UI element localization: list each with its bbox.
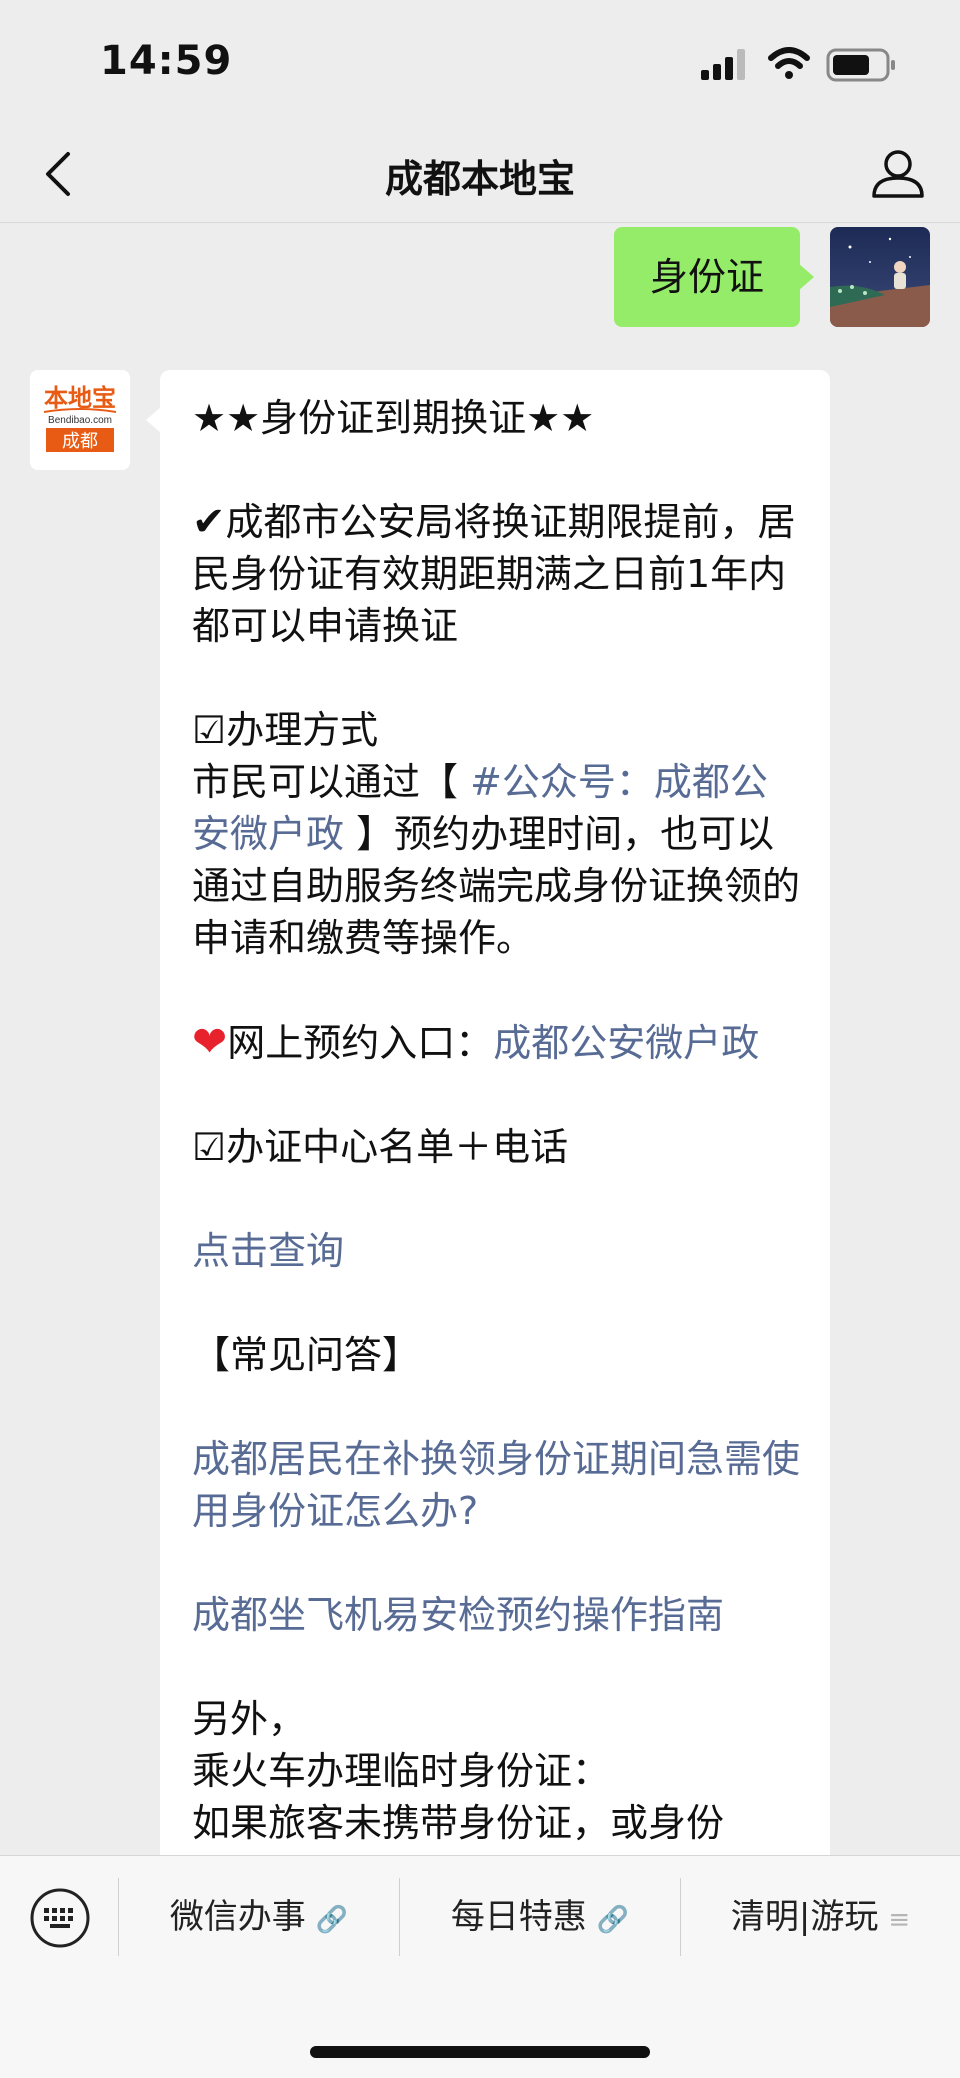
night-sky-avatar-image <box>830 227 930 327</box>
extra-line-2: 乘火车办理临时身份证： <box>192 1749 611 1793</box>
menu-lines-icon: ≡ <box>888 1905 911 1935</box>
link-icon: 🔗 <box>596 1905 630 1935</box>
page-title: 成都本地宝 <box>384 157 575 201</box>
check-mark-icon: ✔ <box>192 499 226 545</box>
query-link[interactable]: 点击查询 <box>192 1225 804 1277</box>
booking-link[interactable]: 成都公安微户政 <box>493 1021 759 1065</box>
bottom-menu: 微信办事 🔗 每日特惠 🔗 清明|游玩 ≡ <box>0 1855 960 2078</box>
menu-item-qingming-travel[interactable]: 清明|游玩 ≡ <box>681 1876 960 1958</box>
section1-body: 市民可以通过【 #公众号：成都公安微户政 】预约办理时间，也可以通过自助服务终端… <box>192 756 804 964</box>
menu-item-label: 每日特惠 <box>450 1897 587 1937</box>
keyboard-icon <box>30 1888 90 1948</box>
battery-icon <box>826 48 895 82</box>
intro-paragraph: ✔成都市公安局将换证期限提前，居民身份证有效期距期满之日前1年内都可以申请换证 <box>192 496 804 652</box>
person-icon <box>872 150 924 198</box>
bot-reply-bubble: ★★身份证到期换证★★ ✔成都市公安局将换证期限提前，居民身份证有效期距期满之日… <box>146 370 830 1855</box>
booking-line: ❤网上预约入口：成都公安微户政 <box>192 1016 804 1069</box>
logo-text-2: Bendibao.com <box>48 415 112 426</box>
faq-link-2[interactable]: 成都坐飞机易安检预约操作指南 <box>192 1589 804 1641</box>
signal-icon <box>701 49 745 80</box>
status-bar: 14:59 <box>0 0 960 126</box>
section1-title: ☑办理方式 <box>192 708 379 752</box>
nav-bar: 成都本地宝 <box>0 126 960 223</box>
section2-title: ☑办证中心名单＋电话 <box>192 1125 569 1169</box>
chat-area[interactable]: 身份证 本地宝 Bendibao.com 成都 ★★身份证到期换证★★ ✔成都市… <box>0 223 960 1855</box>
section1-prefix: 市民可以通过【 <box>192 760 459 804</box>
menu-item-wechat-services[interactable]: 微信办事 🔗 <box>119 1876 399 1958</box>
faq-link-1[interactable]: 成都居民在补换领身份证期间急需使用身份证怎么办? <box>192 1433 804 1537</box>
signal-wifi-battery-icons <box>701 47 895 82</box>
wifi-icon <box>768 47 810 79</box>
faq-title: 【常见问答】 <box>192 1333 421 1377</box>
reply-heading: ★★身份证到期换证★★ <box>192 396 595 440</box>
logo-text-3: 成都 <box>62 431 98 451</box>
keyboard-toggle-button[interactable] <box>28 1886 92 1950</box>
bendibao-logo: 本地宝 Bendibao.com 成都 <box>30 370 130 470</box>
extra-line-1: 另外， <box>192 1697 307 1741</box>
booking-label: 网上预约入口： <box>227 1021 494 1065</box>
logo-text-1: 本地宝 <box>44 384 116 412</box>
intro-text: 成都市公安局将换证期限提前，居民身份证有效期距期满之日前1年内都可以申请换证 <box>192 500 796 648</box>
user-avatar[interactable] <box>830 227 930 327</box>
link-icon: 🔗 <box>315 1905 349 1935</box>
user-message-bubble[interactable]: 身份证 <box>614 227 814 327</box>
home-indicator[interactable] <box>310 2046 650 2058</box>
menu-item-label: 清明|游玩 <box>730 1897 879 1937</box>
menu-item-daily-deals[interactable]: 每日特惠 🔗 <box>400 1876 680 1958</box>
extra-line-3: 如果旅客未携带身份证，或身份 <box>192 1801 725 1845</box>
heart-icon: ❤ <box>192 1017 228 1066</box>
menu-item-label: 微信办事 <box>169 1897 306 1937</box>
profile-button[interactable] <box>868 144 928 204</box>
bot-avatar[interactable]: 本地宝 Bendibao.com 成都 <box>30 370 130 470</box>
